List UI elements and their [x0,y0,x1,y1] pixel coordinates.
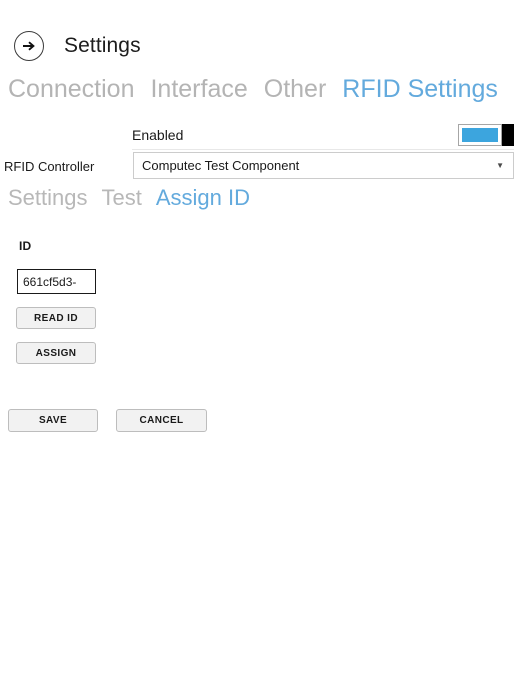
enabled-toggle[interactable] [458,124,514,146]
rfid-controller-label: RFID Controller [4,159,95,174]
subtab-assign-id[interactable]: Assign ID [156,185,250,210]
read-id-button[interactable]: READ ID [16,307,96,329]
tab-rfid-settings[interactable]: RFID Settings [342,75,498,104]
rfid-controller-row: RFID Controller Computec Test Component … [0,152,524,182]
subtab-test[interactable]: Test [102,185,142,210]
toggle-track [458,124,502,146]
toggle-thumb[interactable] [502,124,514,146]
rfid-controller-select[interactable]: Computec Test Component ▼ [133,152,514,179]
section-divider [132,149,514,150]
rfid-controller-selected-value: Computec Test Component [142,158,300,173]
back-button[interactable] [14,31,44,61]
tab-connection[interactable]: Connection [8,75,134,104]
tab-interface[interactable]: Interface [150,75,247,104]
enabled-label: Enabled [132,127,184,143]
rfid-subtab-bar: Settings Test Assign ID [8,185,250,210]
toggle-fill [462,128,498,142]
enabled-row: Enabled [132,124,514,146]
chevron-down-icon: ▼ [496,160,504,170]
subtab-settings[interactable]: Settings [8,185,88,210]
page-header: Settings [0,24,524,68]
save-button[interactable]: SAVE [8,409,98,432]
cancel-button[interactable]: CANCEL [116,409,207,432]
assign-button[interactable]: ASSIGN [16,342,96,364]
id-input[interactable] [17,269,96,294]
main-tab-bar: Connection Interface Other RFID Settings [8,75,524,104]
arrow-right-circle-icon [21,38,37,54]
page-title: Settings [64,34,141,57]
tab-other[interactable]: Other [264,75,327,104]
id-label: ID [19,239,32,253]
